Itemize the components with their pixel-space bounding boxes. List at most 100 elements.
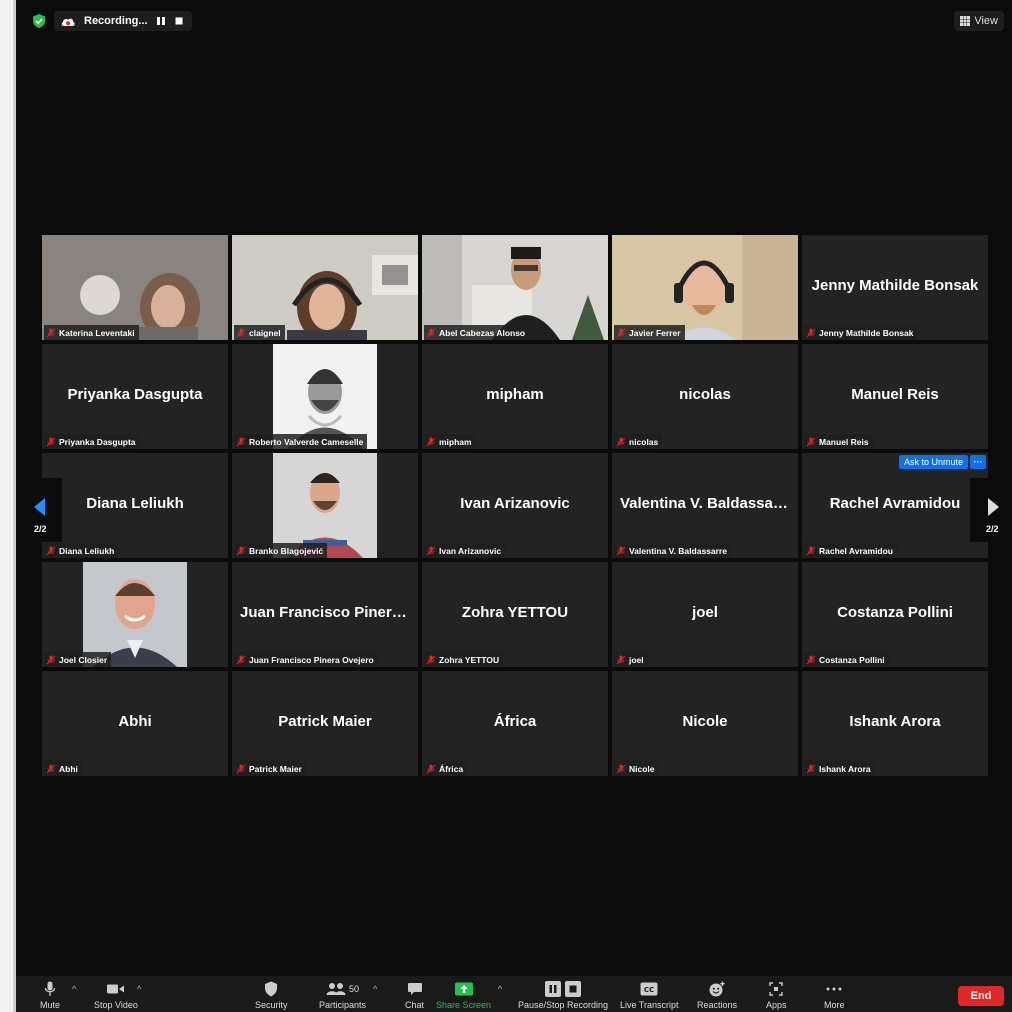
participant-tile[interactable]: Javier Ferrer <box>612 235 798 340</box>
participant-name: Abhi <box>59 763 78 774</box>
participants-options-chevron-icon[interactable]: ^ <box>373 984 377 994</box>
participant-tile[interactable]: África África <box>422 671 608 776</box>
participant-name: Priyanka Dasgupta <box>59 436 136 447</box>
tile-more-options-icon[interactable]: ··· <box>970 455 986 469</box>
stop-recording-icon[interactable] <box>174 16 184 26</box>
closed-captions-icon: CC <box>640 982 658 996</box>
recording-label: Recording... <box>84 15 148 27</box>
share-screen-button[interactable]: Share Screen <box>436 980 491 1010</box>
page-indicator-right: 2/2 <box>986 524 999 534</box>
share-options-chevron-icon[interactable]: ^ <box>498 984 502 994</box>
participant-tile[interactable]: Costanza Pollini Costanza Pollini <box>802 562 988 667</box>
recording-indicator: Recording... <box>54 11 192 31</box>
participant-tile[interactable]: Katerina Leventaki <box>42 235 228 340</box>
participant-tile[interactable]: Juan Francisco Pinera Ov... Juan Francisc… <box>232 562 418 667</box>
participant-tile[interactable]: joel joel <box>612 562 798 667</box>
participant-name: Roberto Valverde Cameselle <box>249 436 364 447</box>
participant-tile[interactable]: Roberto Valverde Cameselle <box>232 344 418 449</box>
participants-count: 50 <box>349 984 360 994</box>
security-button[interactable]: Security <box>255 980 288 1010</box>
participants-button[interactable]: 50 Participants <box>319 980 366 1010</box>
participant-tile[interactable]: Ishank Arora Ishank Arora <box>802 671 988 776</box>
participant-name: Manuel Reis <box>819 436 869 447</box>
participant-tile[interactable]: Valentina V. Baldassarre Valentina V. Bal… <box>612 453 798 558</box>
live-transcript-button[interactable]: CC Live Transcript <box>620 980 679 1010</box>
participant-tile[interactable]: Patrick Maier Patrick Maier <box>232 671 418 776</box>
ask-to-unmute-button[interactable]: Ask to Unmute <box>898 455 968 469</box>
participant-name: Patrick Maier <box>249 763 302 774</box>
participant-name: Juan Francisco Pinera Ovejero <box>249 654 374 665</box>
end-meeting-button[interactable]: End <box>958 986 1004 1006</box>
participant-name-label: Abel Cabezas Alonso <box>424 325 530 340</box>
microphone-muted-icon <box>616 655 626 664</box>
participant-tile[interactable]: Diana Leliukh Diana Leliukh <box>42 453 228 558</box>
participant-tile[interactable]: Jenny Mathilde Bonsak Jenny Mathilde Bons… <box>802 235 988 340</box>
audio-options-chevron-icon[interactable]: ^ <box>72 984 76 994</box>
participant-tile[interactable]: Zohra YETTOU Zohra YETTOU <box>422 562 608 667</box>
participant-name-label: mipham <box>424 434 476 449</box>
participant-tile[interactable]: Rachel Avramidou Rachel Avramidou Ask to U… <box>802 453 988 558</box>
security-shield-icon[interactable] <box>31 13 47 29</box>
svg-text:CC: CC <box>644 986 654 994</box>
participant-tile[interactable]: Manuel Reis Manuel Reis <box>802 344 988 449</box>
participant-tile[interactable]: Joel Closier <box>42 562 228 667</box>
window-left-edge <box>0 0 16 1012</box>
view-label: View <box>974 15 998 27</box>
participant-name-label: Costanza Pollini <box>804 652 889 667</box>
participant-tile[interactable]: nicolas nicolas <box>612 344 798 449</box>
reactions-label: Reactions <box>697 1000 738 1010</box>
view-button[interactable]: View <box>954 11 1004 31</box>
more-dots-icon <box>826 987 842 991</box>
microphone-icon <box>44 981 56 996</box>
participant-name: Joel Closier <box>59 654 108 665</box>
participant-name-label: Jenny Mathilde Bonsak <box>804 325 918 340</box>
participant-tile[interactable]: Abel Cabezas Alonso <box>422 235 608 340</box>
microphone-muted-icon <box>46 328 56 337</box>
participant-display-name: Ishank Arora <box>849 713 941 730</box>
participant-name: Zohra YETTOU <box>439 654 500 665</box>
reactions-button[interactable]: Reactions <box>697 980 737 1010</box>
participant-name-label: Branko Blagojević <box>234 543 328 558</box>
microphone-muted-icon <box>236 546 246 555</box>
meeting-toolbar: Mute ^ Stop Video ^ Security 50 Particip… <box>16 976 1012 1012</box>
participant-tile[interactable]: Ivan Arizanovic Ivan Arizanovic <box>422 453 608 558</box>
previous-page-button[interactable]: 2/2 <box>20 478 62 542</box>
pause-recording-icon[interactable] <box>156 16 166 26</box>
security-label: Security <box>255 1000 288 1010</box>
participant-display-name: Priyanka Dasgupta <box>67 386 203 403</box>
chat-bubble-icon <box>407 983 422 995</box>
next-page-button[interactable]: 2/2 <box>970 478 1012 542</box>
more-button[interactable]: More <box>824 980 845 1010</box>
participant-tile[interactable]: mipham mipham <box>422 344 608 449</box>
chat-button[interactable]: Chat <box>405 980 424 1010</box>
participant-tile[interactable]: Abhi Abhi <box>42 671 228 776</box>
participant-display-name: Valentina V. Baldassarre <box>620 495 793 512</box>
participant-tile[interactable]: Priyanka Dasgupta Priyanka Dasgupta <box>42 344 228 449</box>
apps-button[interactable]: Apps <box>766 980 787 1010</box>
microphone-muted-icon <box>426 764 436 773</box>
participant-tile[interactable]: Branko Blagojević <box>232 453 418 558</box>
participant-name-label: joel <box>614 652 648 667</box>
mute-button[interactable]: Mute <box>40 980 60 1010</box>
microphone-muted-icon <box>616 546 626 555</box>
participant-name: Branko Blagojević <box>249 545 324 556</box>
microphone-muted-icon <box>806 437 816 446</box>
participant-tile[interactable]: Nicole Nicole <box>612 671 798 776</box>
participant-name-label: Joel Closier <box>44 652 112 667</box>
microphone-muted-icon <box>616 328 626 337</box>
stop-icon <box>565 981 582 997</box>
participant-display-name: Patrick Maier <box>278 713 372 730</box>
chevron-right-icon <box>988 498 999 516</box>
microphone-muted-icon <box>806 546 816 555</box>
participant-display-name: Ivan Arizanovic <box>460 495 570 512</box>
participant-name-label: Juan Francisco Pinera Ovejero <box>234 652 378 667</box>
participant-display-name: Costanza Pollini <box>837 604 953 621</box>
apps-icon <box>769 982 783 996</box>
participant-tile[interactable]: claignel <box>232 235 418 340</box>
participant-name: Ivan Arizanovic <box>439 545 502 556</box>
participant-name: Rachel Avramidou <box>819 545 894 556</box>
microphone-muted-icon <box>426 328 436 337</box>
pause-stop-recording-button[interactable]: Pause/Stop Recording <box>518 980 608 1010</box>
video-options-chevron-icon[interactable]: ^ <box>137 984 141 994</box>
stop-video-button[interactable]: Stop Video <box>94 980 138 1010</box>
